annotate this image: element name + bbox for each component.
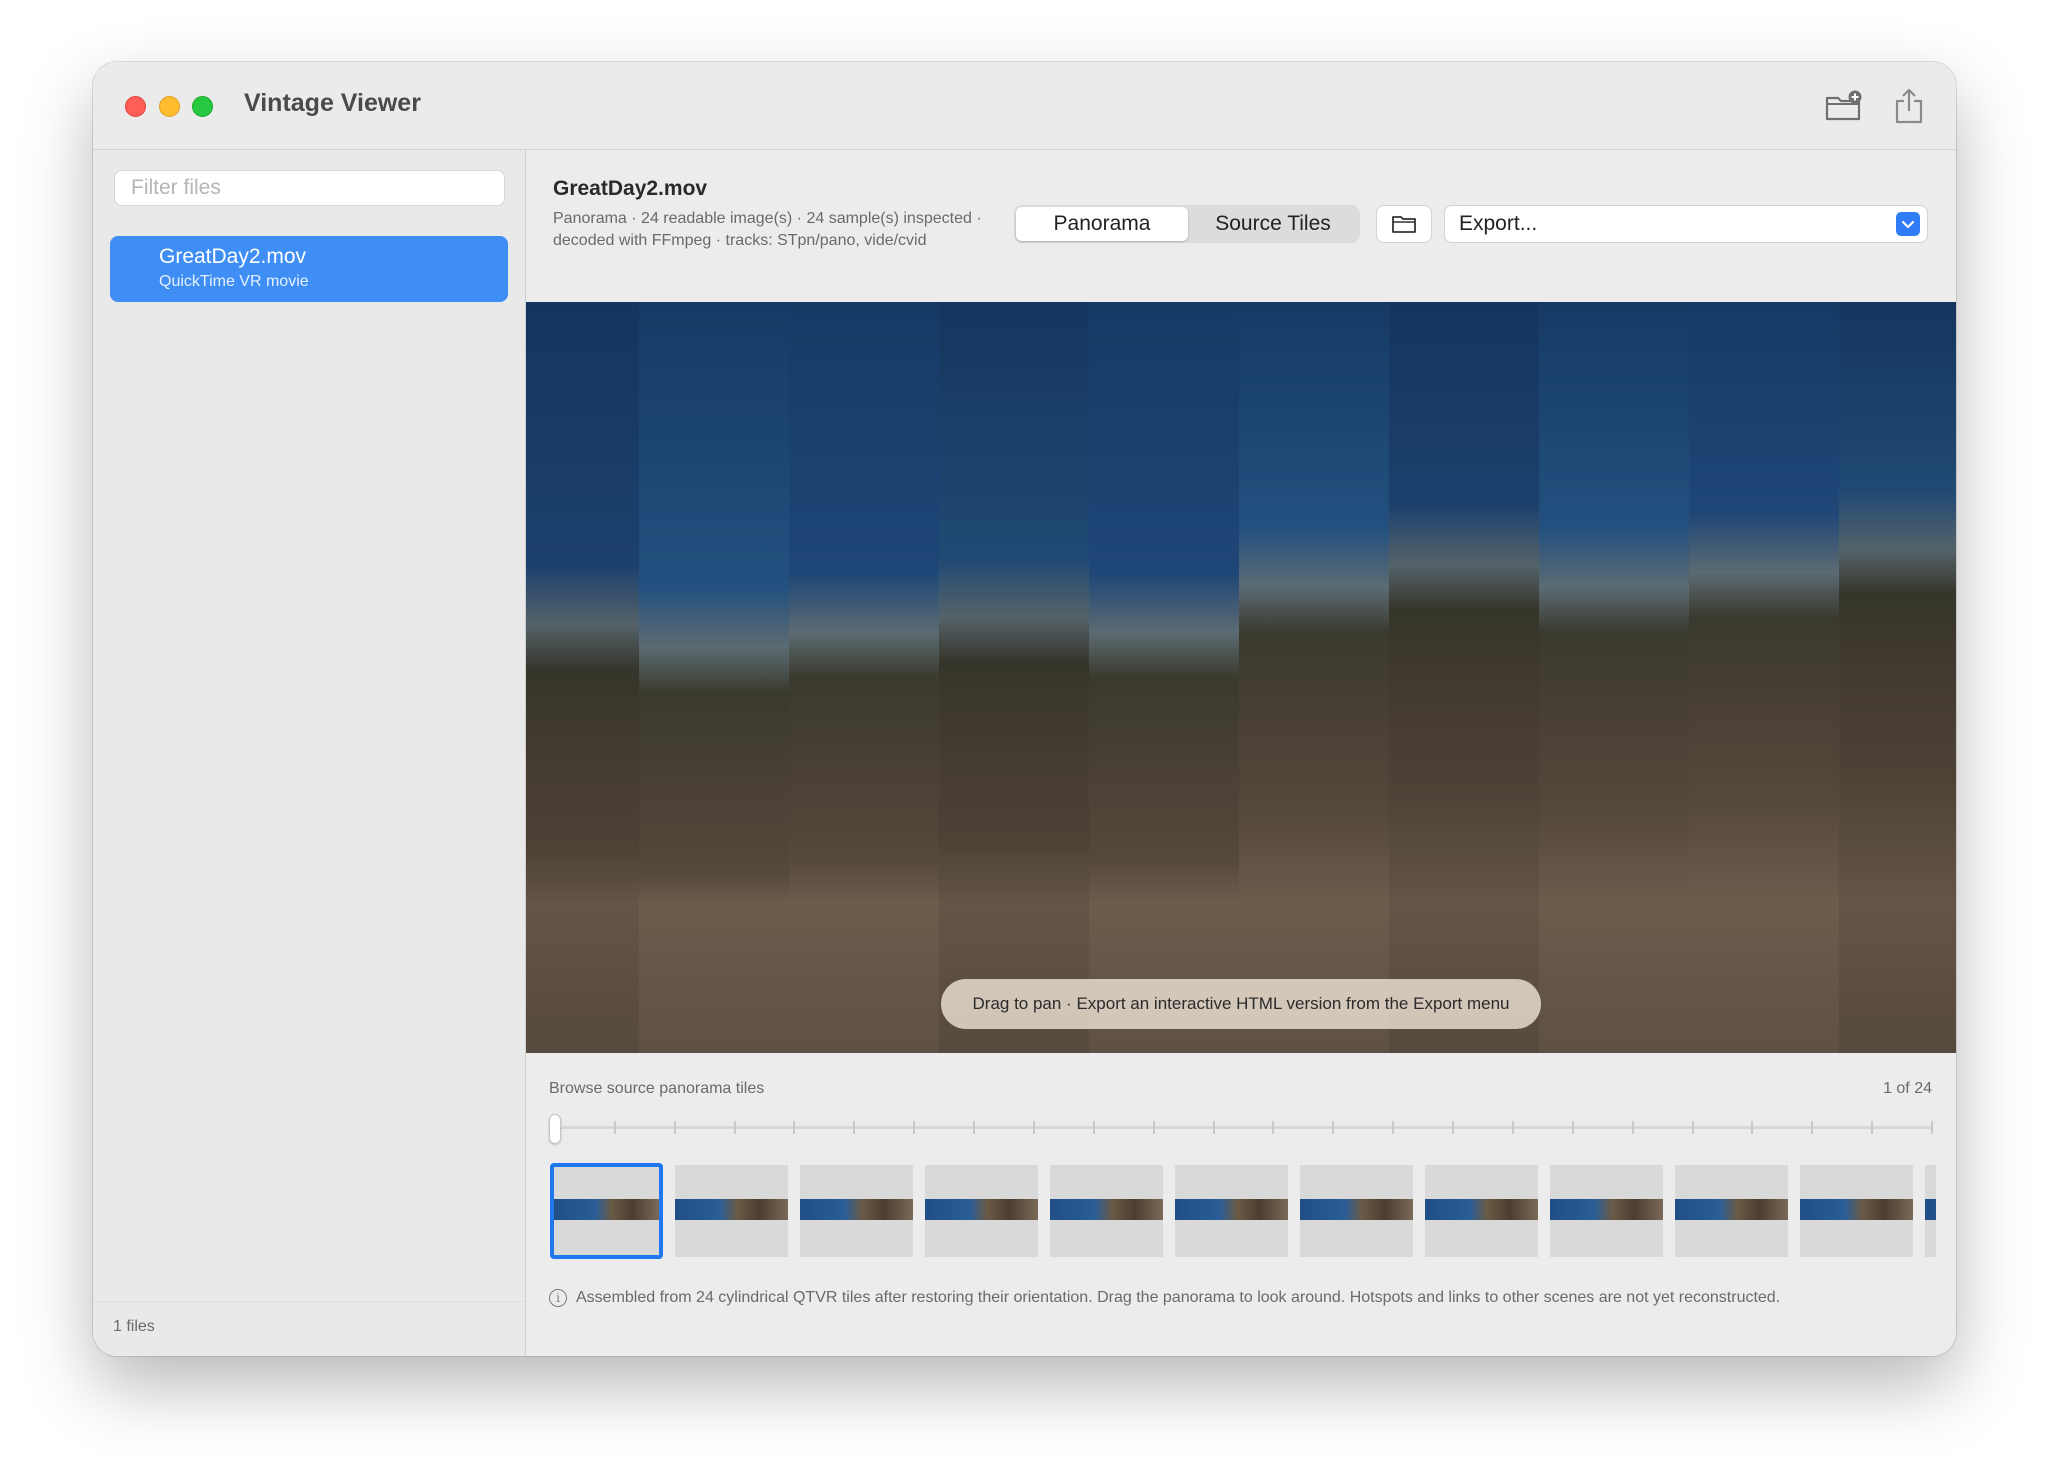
slider-tick — [1751, 1121, 1754, 1134]
tile-thumbnail[interactable] — [800, 1165, 913, 1257]
tiles-count: 1 of 24 — [1883, 1080, 1932, 1097]
panorama-tile-strip — [1539, 302, 1689, 1053]
tile-thumbnail-image — [675, 1199, 788, 1220]
file-list-item-selected[interactable]: GreatDay2.mov QuickTime VR movie — [110, 236, 508, 302]
sidebar: GreatDay2.mov QuickTime VR movie 1 files — [93, 150, 526, 1356]
add-folder-button[interactable] — [1823, 86, 1865, 126]
export-menu-value: Export... — [1459, 212, 1538, 235]
title-bar: Vintage Viewer — [93, 62, 1956, 150]
tile-thumbnail[interactable] — [925, 1165, 1038, 1257]
slider-tick — [1511, 1121, 1514, 1134]
zoom-window-button[interactable] — [192, 96, 213, 117]
panorama-hint: Drag to pan · Export an interactive HTML… — [941, 979, 1541, 1029]
tab-panorama[interactable]: Panorama — [1016, 207, 1188, 241]
tile-thumbnail-image — [800, 1199, 913, 1220]
slider-tick — [793, 1121, 796, 1134]
app-title: Vintage Viewer — [244, 89, 421, 117]
panorama-tile-strip — [789, 302, 939, 1053]
tile-thumbnail[interactable] — [1675, 1165, 1788, 1257]
tile-thumbnail-image — [1550, 1199, 1663, 1220]
slider-tick — [733, 1121, 736, 1134]
tile-thumbnail-image — [1175, 1199, 1288, 1220]
panorama-tile-strip — [1239, 302, 1389, 1053]
tile-thumbnail[interactable] — [1550, 1165, 1663, 1257]
slider-tick — [1212, 1121, 1215, 1134]
slider-tick — [853, 1121, 856, 1134]
panorama-tile-strip — [526, 302, 639, 1053]
tile-thumbnail[interactable] — [1050, 1165, 1163, 1257]
tile-thumbnail-image — [925, 1199, 1038, 1220]
document-metadata: Panorama · 24 readable image(s) · 24 sam… — [553, 210, 982, 249]
panorama-tile-strip — [1839, 302, 1956, 1053]
chevron-down-icon — [1896, 212, 1920, 236]
slider-tick — [1811, 1121, 1814, 1134]
filter-files-input[interactable] — [114, 170, 505, 206]
main-content: GreatDay2.mov Panorama · 24 readable ima… — [526, 150, 1956, 1356]
slider-tick — [1392, 1121, 1395, 1134]
slider-tick — [1571, 1121, 1574, 1134]
view-mode-segmented-control: Panorama Source Tiles — [1014, 205, 1360, 243]
tile-thumbnail-image — [1675, 1199, 1788, 1220]
slider-track — [548, 1126, 1933, 1129]
slider-tick — [913, 1121, 916, 1134]
slider-tick — [973, 1121, 976, 1134]
tile-thumbnail[interactable] — [1800, 1165, 1913, 1257]
slider-tick — [673, 1121, 676, 1134]
tile-thumbnail[interactable] — [1300, 1165, 1413, 1257]
tile-thumbnail[interactable] — [1175, 1165, 1288, 1257]
info-text: Assembled from 24 cylindrical QTVR tiles… — [576, 1289, 1781, 1306]
close-window-button[interactable] — [125, 96, 146, 117]
slider-tick — [1631, 1121, 1634, 1134]
tile-thumbnail-image — [1925, 1199, 1936, 1220]
panorama-tile-strip — [1689, 302, 1839, 1053]
tile-thumbnail-image — [1050, 1199, 1163, 1220]
file-count: 1 files — [93, 1301, 525, 1356]
slider-thumb[interactable] — [549, 1114, 561, 1144]
folder-badge-plus-icon — [1825, 90, 1862, 121]
tile-thumbnail-image — [1300, 1199, 1413, 1220]
file-name: GreatDay2.mov — [159, 245, 307, 268]
document-title: GreatDay2.mov — [553, 177, 708, 200]
file-kind: QuickTime VR movie — [159, 273, 309, 290]
panorama-tile-strip — [639, 302, 789, 1053]
slider-tick — [1272, 1121, 1275, 1134]
app-window: Vintage Viewer GreatDay2.mov QuickTime V… — [93, 62, 1956, 1356]
tab-source-tiles[interactable]: Source Tiles — [1188, 207, 1358, 241]
tile-thumbnail[interactable] — [1425, 1165, 1538, 1257]
slider-tick — [1332, 1121, 1335, 1134]
minimize-window-button[interactable] — [159, 96, 180, 117]
folder-icon — [1392, 216, 1416, 233]
slider-tick — [613, 1121, 616, 1134]
tile-thumbnail-image — [554, 1199, 659, 1220]
slider-tick — [1691, 1121, 1694, 1134]
info-icon: i — [549, 1289, 567, 1307]
tile-slider[interactable] — [548, 1114, 1933, 1144]
panorama-tile-strip — [1089, 302, 1239, 1053]
reveal-in-folder-button[interactable] — [1376, 205, 1432, 243]
slider-tick — [1871, 1121, 1874, 1134]
slider-tick — [1092, 1121, 1095, 1134]
tile-thumbnail[interactable] — [550, 1163, 663, 1259]
export-menu[interactable]: Export... — [1444, 205, 1928, 243]
panorama-view[interactable]: Drag to pan · Export an interactive HTML… — [526, 302, 1956, 1053]
tiles-label: Browse source panorama tiles — [549, 1080, 765, 1097]
panorama-tile-strip — [939, 302, 1089, 1053]
slider-tick — [1931, 1121, 1933, 1134]
tile-thumbnail[interactable] — [1925, 1165, 1936, 1257]
share-button[interactable] — [1888, 86, 1930, 126]
slider-tick — [1032, 1121, 1035, 1134]
tile-thumbnail-image — [1425, 1199, 1538, 1220]
slider-tick — [1152, 1121, 1155, 1134]
slider-tick — [1452, 1121, 1455, 1134]
panorama-tile-strip — [1389, 302, 1539, 1053]
tile-thumbnail[interactable] — [675, 1165, 788, 1257]
share-icon — [1895, 88, 1923, 124]
tile-thumbnail-strip — [550, 1163, 1936, 1259]
tile-thumbnail-image — [1800, 1199, 1913, 1220]
